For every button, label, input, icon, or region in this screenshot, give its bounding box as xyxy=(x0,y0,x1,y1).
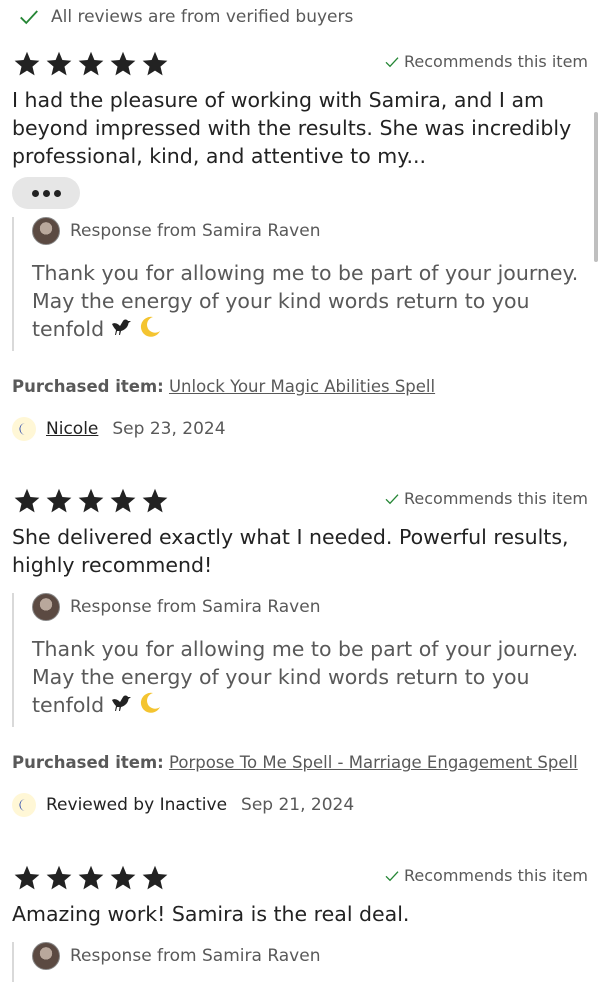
purchased-item-link[interactable]: Porpose To Me Spell - Marriage Engagemen… xyxy=(169,753,578,772)
show-more-button[interactable] xyxy=(12,177,80,209)
star-icon xyxy=(44,864,74,892)
seller-avatar xyxy=(32,942,60,970)
crescent-moon-icon xyxy=(138,315,162,339)
blackbird-icon xyxy=(108,315,134,339)
scrollbar[interactable] xyxy=(594,112,598,262)
seller-avatar xyxy=(32,593,60,621)
reviewer-info: Nicole Sep 23, 2024 xyxy=(12,417,226,441)
response-text: Thank you for allowing me to be part of … xyxy=(32,261,579,341)
star-icon xyxy=(44,50,74,78)
crescent-icon xyxy=(15,420,33,438)
recommends-text: Recommends this item xyxy=(404,489,588,508)
seller-response: Response from Samira Raven Thank you for… xyxy=(12,217,594,351)
star-icon xyxy=(108,487,138,515)
reviewer-info: Reviewed by Inactive Sep 21, 2024 xyxy=(12,793,354,817)
review-text: Amazing work! Samira is the real deal. xyxy=(12,902,410,926)
crescent-icon xyxy=(15,796,33,814)
star-rating xyxy=(12,50,170,78)
reviewer-name[interactable]: Nicole xyxy=(46,419,98,439)
recommends-badge: Recommends this item xyxy=(384,866,588,885)
purchased-item: Purchased item: Porpose To Me Spell - Ma… xyxy=(12,753,592,772)
crescent-moon-icon xyxy=(138,691,162,715)
recommends-text: Recommends this item xyxy=(404,866,588,885)
reviewer-name: Reviewed by Inactive xyxy=(46,795,228,815)
review-text: She delivered exactly what I needed. Pow… xyxy=(12,525,569,577)
star-icon xyxy=(12,487,42,515)
star-icon xyxy=(12,864,42,892)
purchased-label: Purchased item: xyxy=(12,377,164,396)
star-icon xyxy=(140,864,170,892)
blackbird-icon xyxy=(108,691,134,715)
review-date: Sep 21, 2024 xyxy=(241,795,355,815)
response-header: Response from Samira Raven xyxy=(32,593,320,621)
purchased-item-link[interactable]: Unlock Your Magic Abilities Spell xyxy=(169,377,435,396)
reviewer-avatar[interactable] xyxy=(12,417,36,441)
check-icon xyxy=(384,54,400,70)
reviewer-avatar xyxy=(12,793,36,817)
star-icon xyxy=(76,487,106,515)
star-icon xyxy=(12,50,42,78)
check-icon xyxy=(18,6,40,28)
seller-response: Response from Samira Raven xyxy=(12,942,594,982)
response-label: Response from Samira Raven xyxy=(70,946,321,966)
recommends-badge: Recommends this item xyxy=(384,489,588,508)
star-icon xyxy=(108,864,138,892)
check-icon xyxy=(384,868,400,884)
response-header: Response from Samira Raven xyxy=(32,217,320,245)
star-rating xyxy=(12,864,170,892)
verified-buyers-text: All reviews are from verified buyers xyxy=(51,7,354,27)
star-icon xyxy=(140,487,170,515)
response-label: Response from Samira Raven xyxy=(70,221,321,241)
star-icon xyxy=(44,487,74,515)
star-icon xyxy=(76,50,106,78)
purchased-item: Purchased item: Unlock Your Magic Abilit… xyxy=(12,377,592,396)
response-header: Response from Samira Raven xyxy=(32,942,320,970)
star-icon xyxy=(108,50,138,78)
recommends-badge: Recommends this item xyxy=(384,52,588,71)
review-date: Sep 23, 2024 xyxy=(112,419,226,439)
response-label: Response from Samira Raven xyxy=(70,597,321,617)
purchased-label: Purchased item: xyxy=(12,753,164,772)
seller-avatar xyxy=(32,217,60,245)
review-text: I had the pleasure of working with Samir… xyxy=(12,88,572,168)
response-text: Thank you for allowing me to be part of … xyxy=(32,637,579,717)
seller-response: Response from Samira Raven Thank you for… xyxy=(12,593,594,727)
check-icon xyxy=(384,491,400,507)
verified-buyers-banner: All reviews are from verified buyers xyxy=(18,5,353,29)
star-rating xyxy=(12,487,170,515)
recommends-text: Recommends this item xyxy=(404,52,588,71)
star-icon xyxy=(76,864,106,892)
star-icon xyxy=(140,50,170,78)
more-dots-icon xyxy=(31,189,61,197)
